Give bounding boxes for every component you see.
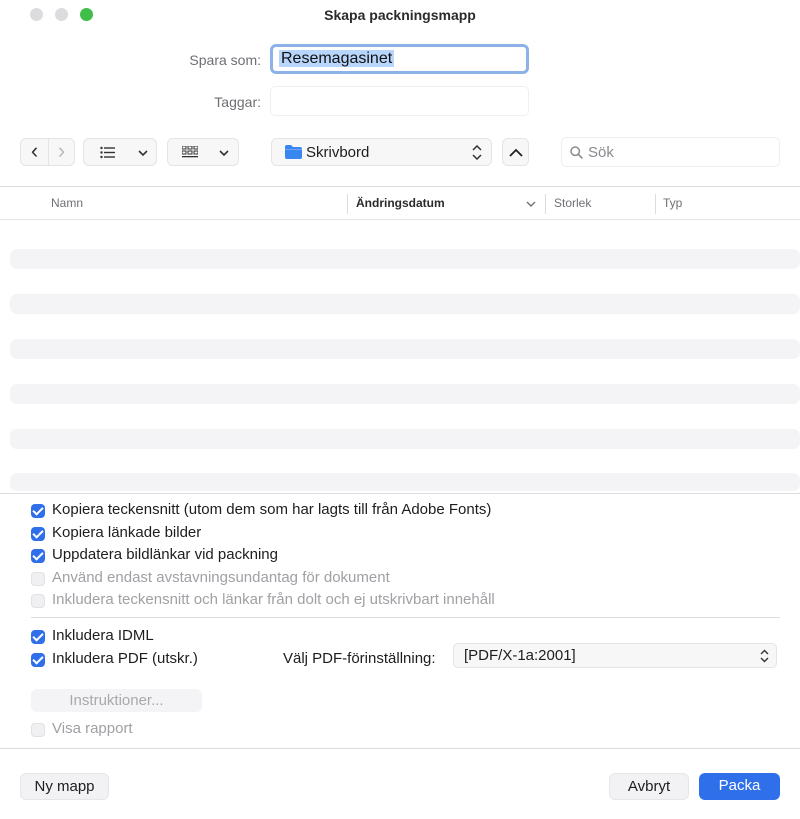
update-links-checkbox[interactable] (31, 549, 45, 563)
pdf-preset-value: [PDF/X-1a:2001] (464, 647, 576, 664)
up-down-chevron-icon (760, 649, 769, 663)
include-pdf-checkbox[interactable] (31, 653, 45, 667)
sort-chevron-icon (526, 201, 536, 207)
copy-fonts-checkbox[interactable] (31, 504, 45, 518)
instructions-label: Instruktioner... (69, 692, 164, 709)
chevron-right-icon: › (57, 138, 66, 163)
column-type[interactable]: Typ (663, 196, 682, 210)
column-separator (655, 194, 656, 214)
enclosing-folder-button[interactable] (502, 138, 529, 166)
chevron-down-icon (138, 150, 148, 157)
header-divider (0, 219, 800, 220)
chevron-up-icon (509, 148, 523, 157)
include-pdf-label[interactable]: Inkludera PDF (utskr.) (52, 650, 198, 667)
cancel-label: Avbryt (627, 778, 671, 795)
hyphenation-exceptions-label: Använd endast avstavningsundantag för do… (52, 569, 390, 586)
location-label: Skrivbord (306, 144, 370, 161)
search-icon (570, 146, 583, 159)
list-top-divider (0, 186, 800, 187)
list-row (10, 473, 800, 491)
include-idml-checkbox[interactable] (31, 630, 45, 644)
instructions-button: Instruktioner... (31, 689, 202, 712)
pdf-preset-popup[interactable]: [PDF/X-1a:2001] (453, 643, 777, 668)
footer-divider (0, 748, 800, 749)
list-bottom-divider (0, 493, 800, 494)
cancel-button[interactable]: Avbryt (609, 773, 689, 800)
list-row (10, 384, 800, 404)
update-links-label[interactable]: Uppdatera bildlänkar vid packning (52, 546, 278, 563)
chevron-down-icon (219, 150, 229, 157)
list-view-icon (100, 146, 115, 159)
copy-linked-graphics-label[interactable]: Kopiera länkade bilder (52, 524, 201, 541)
save-as-field[interactable]: Resemagasinet (270, 44, 529, 74)
pdf-preset-label: Välj PDF-förinställning: (283, 650, 436, 667)
save-as-label: Spara som: (189, 52, 261, 68)
hyphenation-exceptions-checkbox (31, 572, 45, 586)
show-report-checkbox (31, 723, 45, 737)
column-name[interactable]: Namn (51, 196, 83, 210)
column-separator (545, 194, 546, 214)
list-row (10, 249, 800, 269)
pack-button[interactable]: Packa (699, 773, 780, 800)
copy-fonts-label[interactable]: Kopiera teckensnitt (utom dem som har la… (52, 501, 491, 518)
grid-view-icon (182, 146, 198, 158)
forward-button[interactable]: › (48, 139, 75, 165)
grid-view-button[interactable] (167, 138, 239, 166)
new-folder-label: Ny mapp (34, 778, 95, 795)
tags-label: Taggar: (214, 94, 261, 110)
folder-icon (285, 145, 302, 159)
include-idml-label[interactable]: Inkludera IDML (52, 627, 154, 644)
tags-field[interactable] (270, 86, 529, 116)
back-forward-control: ‹ › (20, 138, 75, 166)
search-field[interactable]: Sök (561, 137, 780, 167)
list-row (10, 429, 800, 449)
list-view-button[interactable] (83, 138, 157, 166)
pack-label: Packa (718, 777, 761, 794)
include-hidden-content-label: Inkludera teckensnitt och länkar från do… (52, 591, 495, 608)
new-folder-button[interactable]: Ny mapp (20, 773, 109, 800)
copy-linked-graphics-checkbox[interactable] (31, 527, 45, 541)
column-size[interactable]: Storlek (554, 196, 591, 210)
location-popup[interactable]: Skrivbord (271, 138, 492, 166)
options-divider (31, 617, 780, 618)
list-row (10, 294, 800, 314)
column-modified[interactable]: Ändringsdatum (356, 196, 445, 210)
window-title: Skapa packningsmapp (324, 7, 476, 23)
up-down-chevron-icon (472, 145, 482, 160)
show-report-label: Visa rapport (52, 720, 133, 737)
chevron-left-icon: ‹ (30, 138, 39, 163)
list-row (10, 339, 800, 359)
column-separator (347, 194, 348, 214)
back-button[interactable]: ‹ (21, 139, 49, 165)
search-placeholder: Sök (588, 144, 614, 161)
include-hidden-content-checkbox (31, 594, 45, 608)
save-as-value: Resemagasinet (279, 50, 395, 67)
